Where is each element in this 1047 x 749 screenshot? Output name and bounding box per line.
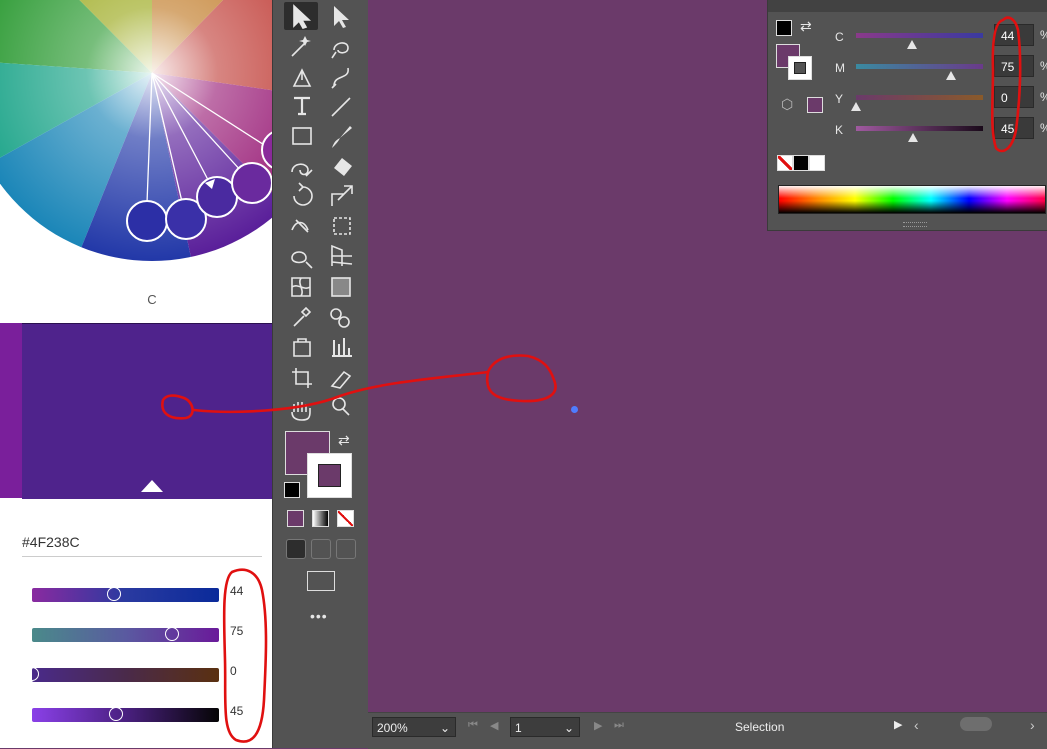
red-annotation-overlay [161, 16, 1022, 743]
annotation-connector-line [192, 370, 490, 414]
annotation-loop-color-panel [990, 16, 1022, 153]
annotation-small-loop [161, 394, 194, 420]
annotation-loop-web-panel [222, 568, 268, 743]
annotation-canvas-loop [485, 354, 557, 403]
